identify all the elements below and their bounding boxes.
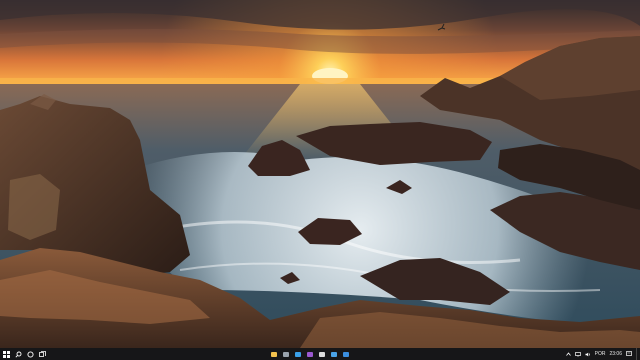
network-icon [574, 351, 581, 357]
network-button[interactable] [573, 348, 583, 360]
taskbar-app-6[interactable] [340, 348, 352, 360]
pinned-apps [268, 348, 352, 360]
search-icon [14, 351, 21, 358]
show-desktop-button[interactable] [636, 348, 640, 360]
show-hidden-icons-button[interactable] [564, 348, 573, 360]
taskbar-app-0[interactable] [268, 348, 280, 360]
chevron-up-icon [565, 352, 571, 356]
volume-icon [585, 352, 590, 356]
clock-time: 23:06 [609, 351, 622, 357]
cortana-circle-icon [26, 350, 34, 358]
task-view-icon [38, 350, 46, 357]
sunset-coast-wallpaper [0, 0, 640, 348]
search-button[interactable] [12, 348, 24, 360]
taskbar-app-1[interactable] [280, 348, 292, 360]
system-tray: POR 23:06 [564, 348, 640, 360]
start-button[interactable] [0, 348, 12, 360]
language-label: POR [594, 351, 606, 357]
volume-button[interactable] [583, 348, 593, 360]
task-view-button[interactable] [36, 348, 48, 360]
language-indicator[interactable]: POR [593, 348, 608, 360]
edge-icon [343, 351, 349, 357]
action-center-button[interactable] [624, 348, 634, 360]
store-icon [319, 351, 325, 357]
notification-icon [626, 351, 632, 356]
taskbar-app-5[interactable] [328, 348, 340, 360]
desktop-wallpaper [0, 0, 640, 348]
visual-studio-icon [307, 351, 313, 357]
taskbar: POR 23:06 [0, 348, 640, 360]
cortana-button[interactable] [24, 348, 36, 360]
app-icon [283, 351, 289, 357]
windows-logo-icon [2, 350, 10, 358]
taskbar-app-3[interactable] [304, 348, 316, 360]
clock[interactable]: 23:06 [607, 348, 624, 360]
taskbar-app-2[interactable] [292, 348, 304, 360]
check-icon [295, 351, 301, 357]
taskbar-app-4[interactable] [316, 348, 328, 360]
mail-icon [331, 351, 337, 357]
file-explorer-icon [271, 351, 277, 357]
